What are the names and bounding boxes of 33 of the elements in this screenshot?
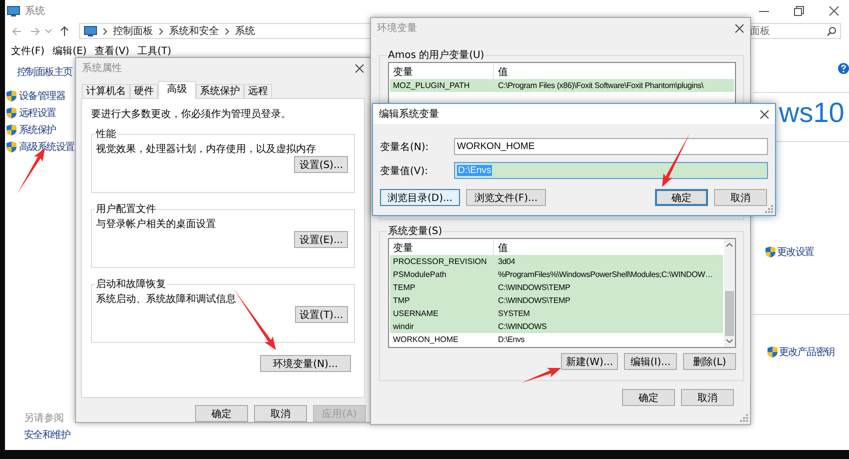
group-title: Amos 的用户变量(U)	[387, 48, 486, 62]
variable-name: PSModulePath	[392, 270, 448, 279]
group-title: 用户配置文件	[95, 202, 157, 216]
variable-value: 3d04	[497, 257, 516, 266]
variable-name: PROCESSOR_REVISION	[392, 257, 488, 266]
variable-name: windir	[392, 322, 415, 331]
section-heading: 另请参阅	[23, 412, 65, 425]
variable-value: %ProgramFiles%\WindowsPowerShell\Modules;C:\WINDOW…	[497, 270, 714, 279]
window-title: 系统	[25, 4, 45, 18]
variable-value: SYSTEM	[497, 309, 531, 318]
group-description: 视觉效果，处理器计划，内存使用，以及虚拟内存	[96, 142, 317, 156]
variable-name: TMP	[392, 296, 411, 305]
group-description: 与登录帐户相关的桌面设置	[96, 218, 217, 231]
variable-value: C:\WINDOWS\TEMP	[497, 283, 572, 292]
variable-value: C:\Program Files (x86)\Foxit Software\Foxit Phantom\plugins\	[497, 81, 704, 90]
variable-value: C:\WINDOWS\TEMP	[497, 296, 572, 305]
edition-text: ws10	[779, 96, 844, 130]
variable-name: TEMP	[392, 283, 416, 292]
group-title: 性能	[95, 128, 117, 141]
variable-name: WORKON_HOME	[392, 335, 460, 344]
notice-text: 要进行大多数更改，你必须作为管理员登录。	[91, 108, 292, 121]
window-title: 系统属性	[82, 62, 122, 75]
group-description: 系统启动、系统故障和调试信息	[96, 292, 237, 306]
group-title: 启动和故障恢复	[95, 278, 167, 291]
window-title: 编辑系统变量	[379, 108, 439, 121]
variable-value: C:\WINDOWS	[497, 322, 548, 331]
field-label: 变量值(V):	[380, 164, 430, 178]
window-title: 环境变量	[377, 22, 417, 35]
variable-name: MOZ_PLUGIN_PATH	[392, 81, 471, 90]
group-title: 系统变量(S)	[387, 224, 444, 238]
field-label: 变量名(N):	[380, 140, 430, 154]
variable-value: D:\Envs	[497, 335, 526, 344]
variable-name: USERNAME	[392, 309, 440, 318]
